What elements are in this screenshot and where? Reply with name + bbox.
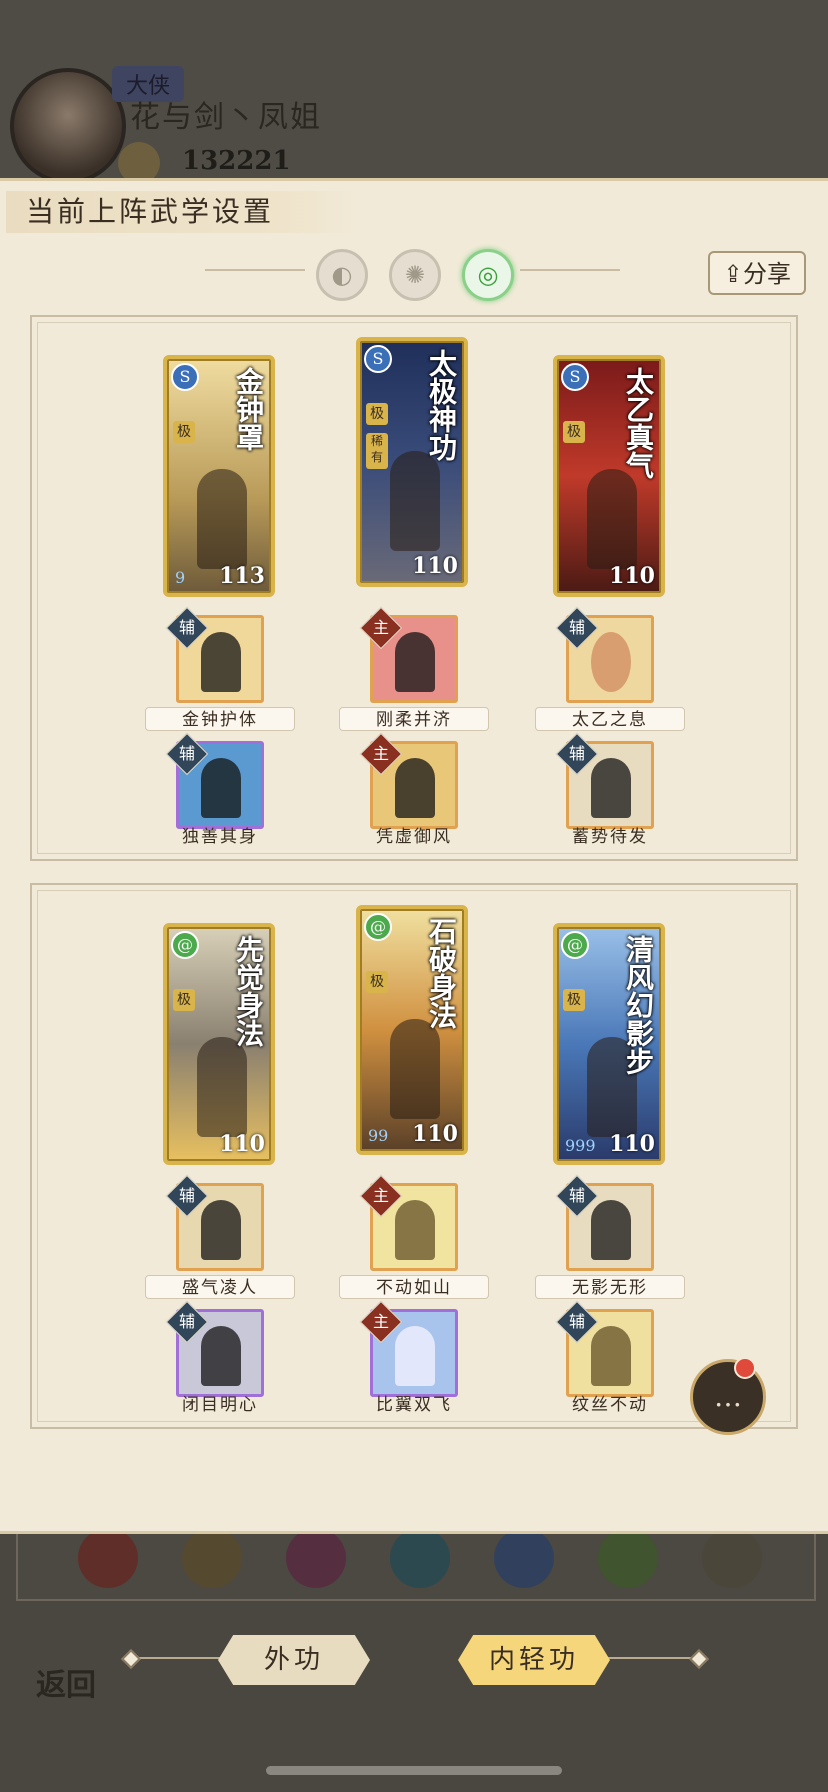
martial-card[interactable]: S 极 太乙真气 110 — [553, 355, 665, 597]
blade-icon — [182, 1528, 242, 1588]
swirl-icon: @ — [364, 913, 392, 941]
panel-title: 当前上阵武学设置 — [6, 191, 358, 233]
swirl-orb-icon — [591, 632, 631, 692]
wings-icon — [395, 1326, 435, 1386]
home-indicator — [266, 1766, 562, 1775]
fan-icon — [390, 1528, 450, 1588]
skill-label: 不动如山 — [339, 1275, 489, 1299]
divider — [205, 269, 305, 271]
share-icon: ⇪ — [722, 260, 744, 288]
card-name: 先觉身法 — [232, 935, 265, 1047]
swirl-icon: @ — [171, 931, 199, 959]
share-button[interactable]: ⇪分享 — [708, 251, 806, 295]
card-level: 110 — [609, 563, 655, 589]
skill-label: 比翼双飞 — [376, 1395, 452, 1415]
diamond-ornament — [689, 1649, 709, 1669]
yin-yang-icon — [494, 1528, 554, 1588]
chat-bubble-icon: … — [714, 1380, 742, 1413]
skill-label: 刚柔并济 — [339, 707, 489, 731]
tab-internal-movement-arts[interactable]: 内轻功 — [458, 1635, 610, 1685]
card-art — [197, 469, 247, 569]
grade-badge: 极 — [366, 403, 388, 425]
grade-badge: 极 — [173, 421, 195, 443]
card-star-count: 9 — [175, 568, 186, 587]
grade-badge: 极 — [563, 989, 585, 1011]
card-art — [390, 451, 440, 551]
card-level: 113 — [219, 563, 265, 589]
card-art — [587, 469, 637, 569]
preset-2-sun-icon[interactable]: ✺ — [389, 249, 441, 301]
skill-label: 闭目明心 — [182, 1395, 258, 1415]
skill-label: 蓄势待发 — [572, 827, 648, 847]
power-value: 132221 — [182, 146, 291, 176]
crouching-figure-icon — [591, 758, 631, 818]
preset-1-moon-icon[interactable]: ◐ — [316, 249, 368, 301]
skill-label: 纹丝不动 — [572, 1395, 648, 1415]
seated-figure-icon — [591, 1326, 631, 1386]
praying-figure-icon — [201, 1326, 241, 1386]
card-art — [197, 1037, 247, 1137]
card-level: 110 — [609, 1131, 655, 1157]
meditating-figure-icon — [201, 758, 241, 818]
diamond-ornament — [121, 1649, 141, 1669]
dancer-icon — [395, 632, 435, 692]
mountain-lightning-icon — [395, 1200, 435, 1260]
back-button[interactable]: 返回 — [36, 1660, 116, 1740]
grade-badge: 极 — [563, 421, 585, 443]
rank-up-icon — [702, 1528, 762, 1588]
bell-figure-icon — [201, 632, 241, 692]
card-level: 110 — [412, 553, 458, 579]
card-star-count: 99 — [368, 1126, 389, 1145]
yin-yang-icon: S — [561, 363, 589, 391]
cloaked-figure-icon — [201, 1200, 241, 1260]
card-name: 太乙真气 — [622, 367, 655, 479]
martial-card[interactable]: @ 极 先觉身法 110 — [163, 923, 275, 1165]
card-level: 110 — [412, 1121, 458, 1147]
notification-dot — [734, 1357, 756, 1379]
martial-arts-setup-panel: 当前上阵武学设置 ◐ ✺ ◎ ⇪分享 S 极 金钟罩 9 113 S 极 稀有 … — [0, 178, 828, 1685]
fist-icon — [286, 1528, 346, 1588]
player-avatar[interactable] — [10, 68, 126, 184]
tab-external-arts[interactable]: 外功 — [218, 1635, 370, 1685]
skill-label: 独善其身 — [182, 827, 258, 847]
card-name: 金钟罩 — [232, 367, 265, 451]
card-name: 清风幻影步 — [622, 935, 655, 1075]
card-level: 110 — [219, 1131, 265, 1157]
player-name: 花与剑丶凤姐 — [130, 100, 322, 135]
swirl-icon — [598, 1528, 658, 1588]
sword-icon — [78, 1528, 138, 1588]
skill-label: 太乙之息 — [535, 707, 685, 731]
shadow-figure-icon — [591, 1200, 631, 1260]
martial-card[interactable]: @ 极 清风幻影步 999 110 — [553, 923, 665, 1165]
skill-label: 凭虚御风 — [376, 827, 452, 847]
martial-card[interactable]: @ 极 石破身法 99 110 — [356, 905, 468, 1155]
yin-yang-icon: S — [171, 363, 199, 391]
divider — [130, 1657, 230, 1659]
grade-badge: 极 — [366, 971, 388, 993]
preset-3-jade-ring-icon[interactable]: ◎ — [462, 249, 514, 301]
card-name: 太极神功 — [425, 349, 458, 461]
card-art — [390, 1019, 440, 1119]
rare-badge: 稀有 — [366, 433, 388, 469]
robed-figure-icon — [395, 758, 435, 818]
divider — [520, 269, 620, 271]
yin-yang-icon: S — [364, 345, 392, 373]
martial-card[interactable]: S 极 稀有 太极神功 110 — [356, 337, 468, 587]
swirl-icon: @ — [561, 931, 589, 959]
card-star-count: 999 — [565, 1136, 596, 1155]
skill-label: 金钟护体 — [145, 707, 295, 731]
skill-label: 无影无形 — [535, 1275, 685, 1299]
divider — [600, 1657, 700, 1659]
card-name: 石破身法 — [425, 917, 458, 1029]
martial-card[interactable]: S 极 金钟罩 9 113 — [163, 355, 275, 597]
grade-badge: 极 — [173, 989, 195, 1011]
skill-label: 盛气凌人 — [145, 1275, 295, 1299]
